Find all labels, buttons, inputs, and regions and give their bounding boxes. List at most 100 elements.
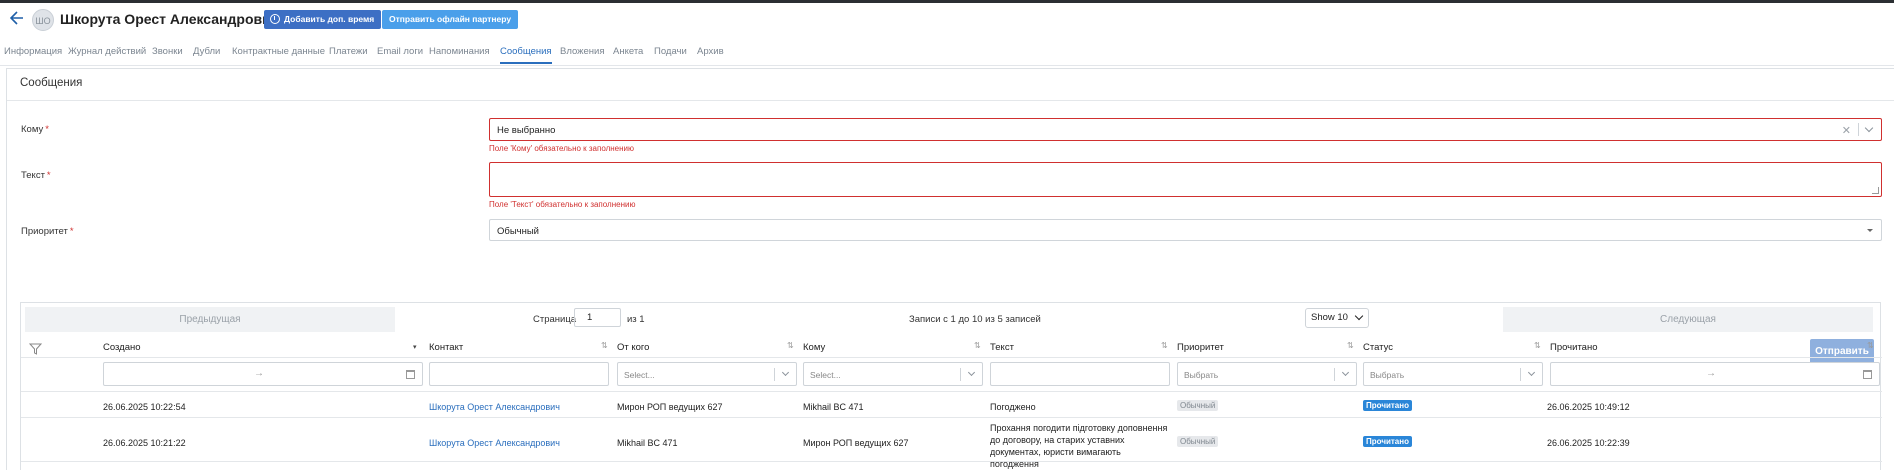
divider	[21, 357, 1882, 358]
sort-icon[interactable]: ⇅	[1161, 341, 1168, 350]
col-created[interactable]: Создано	[103, 342, 141, 353]
sort-icon[interactable]: ⇅	[1867, 341, 1874, 350]
tab-attachments[interactable]: Вложения	[560, 46, 605, 57]
resize-handle-icon[interactable]	[1872, 187, 1879, 194]
chevron-down-icon	[1527, 368, 1536, 377]
created-date-range-filter[interactable]: →	[103, 362, 423, 386]
read-date-range-filter[interactable]: →	[1550, 362, 1880, 386]
tab-calls[interactable]: Звонки	[152, 46, 183, 57]
chevron-down-icon	[1354, 311, 1364, 321]
page-header: ШО Шкорута Орест Александрович Добавить …	[0, 3, 1894, 37]
tab-duplicates[interactable]: Дубли	[193, 46, 220, 57]
priority-select[interactable]: Обычный	[489, 219, 1882, 241]
to-label: Кому *	[21, 124, 49, 135]
cell-contact-link[interactable]: Шкорута Орест Александрович	[429, 438, 560, 448]
calendar-icon[interactable]	[406, 370, 415, 379]
page-count: из 1	[627, 314, 645, 325]
tab-email-logs[interactable]: Email логи	[377, 46, 423, 57]
priority-badge: Обычный	[1177, 400, 1219, 411]
col-contact[interactable]: Контакт	[429, 342, 463, 353]
caret-down-icon	[1867, 229, 1873, 232]
send-offline-partner-button[interactable]: Отправить офлайн партнеру	[382, 10, 519, 29]
tab-info[interactable]: Информация	[4, 46, 62, 57]
chevron-down-icon	[967, 368, 976, 377]
status-badge: Прочитано	[1363, 436, 1412, 447]
sort-icon[interactable]: ⇅	[601, 341, 608, 350]
page-title: Шкорута Орест Александрович	[60, 11, 279, 27]
cell-read-at: 26.06.2025 10:22:39	[1547, 438, 1630, 448]
divider	[7, 100, 1894, 101]
messages-table: Предыдущая Страница 1 из 1 Записи с 1 до…	[20, 302, 1882, 470]
priority-label: Приоритет *	[21, 226, 74, 237]
page-label: Страница	[533, 314, 577, 325]
recipient-select[interactable]: Не выбранно ✕	[489, 118, 1882, 141]
recipient-value: Не выбранно	[497, 125, 556, 136]
cell-text: Прохання погодити підготовку доповнення …	[990, 423, 1168, 469]
divider	[21, 461, 1882, 462]
to-filter-select[interactable]: Select...	[803, 362, 983, 386]
select-divider	[774, 368, 775, 381]
text-filter-input[interactable]	[990, 362, 1170, 386]
tab-contract-data[interactable]: Контрактные данные	[232, 46, 325, 57]
tab-submissions[interactable]: Подачи	[654, 46, 687, 57]
chevron-down-icon	[781, 368, 790, 377]
select-divider	[1858, 123, 1859, 136]
col-priority[interactable]: Приоритет	[1177, 342, 1224, 353]
sort-icon[interactable]: ⇅	[787, 341, 794, 350]
priority-filter-select[interactable]: Выбрать	[1177, 362, 1357, 386]
cell-to: Mikhail BC 471	[803, 402, 864, 412]
previous-page-button[interactable]: Предыдущая	[25, 307, 395, 332]
page-number-input[interactable]: 1	[574, 308, 621, 327]
cell-read-at: 26.06.2025 10:49:12	[1547, 402, 1630, 412]
filter-icon[interactable]	[28, 343, 43, 355]
cell-contact-link[interactable]: Шкорута Орест Александрович	[429, 402, 560, 412]
cell-created: 26.06.2025 10:22:54	[103, 402, 186, 412]
chevron-down-icon[interactable]	[1864, 123, 1874, 133]
col-to[interactable]: Кому	[803, 342, 825, 353]
page-size-select[interactable]: Show 10	[1305, 308, 1369, 328]
col-read[interactable]: Прочитано	[1550, 342, 1598, 353]
cell-created: 26.06.2025 10:21:22	[103, 438, 186, 448]
sort-desc-icon[interactable]: ▾	[413, 343, 417, 351]
recipient-error: Поле 'Кому' обязательно к заполнению	[489, 144, 635, 153]
priority-badge: Обычный	[1177, 436, 1219, 447]
select-divider	[960, 368, 961, 381]
sort-icon[interactable]: ⇅	[974, 341, 981, 350]
clock-icon	[270, 14, 280, 24]
status-badge: Прочитано	[1363, 400, 1412, 411]
priority-value: Обычный	[497, 226, 539, 237]
tab-payments[interactable]: Платежи	[329, 46, 368, 57]
section-title: Сообщения	[20, 77, 83, 89]
select-divider	[1334, 368, 1335, 381]
tab-action-log[interactable]: Журнал действий	[68, 46, 146, 57]
status-filter-select[interactable]: Выбрать	[1363, 362, 1543, 386]
tab-messages[interactable]: Сообщения	[500, 46, 552, 64]
tab-reminders[interactable]: Напоминания	[429, 46, 490, 57]
col-status[interactable]: Статус	[1363, 342, 1393, 353]
clear-icon[interactable]: ✕	[1842, 124, 1851, 137]
chevron-down-icon	[1341, 368, 1350, 377]
tab-archive[interactable]: Архив	[697, 46, 724, 57]
back-arrow-icon[interactable]	[9, 11, 26, 27]
tab-bar: Информация Журнал действий Звонки Дубли …	[0, 42, 1894, 66]
cell-from: Mikhail BC 471	[617, 438, 678, 448]
message-textarea[interactable]	[489, 162, 1882, 197]
from-filter-select[interactable]: Select...	[617, 362, 797, 386]
sort-icon[interactable]: ⇅	[1347, 341, 1354, 350]
col-from[interactable]: От кого	[617, 342, 649, 353]
records-info: Записи с 1 до 10 из 5 записей	[909, 314, 1041, 325]
text-label: Текст *	[21, 170, 51, 181]
next-page-button[interactable]: Следующая	[1503, 307, 1873, 332]
cell-text: Погоджено	[990, 402, 1036, 412]
divider	[21, 417, 1882, 418]
col-text[interactable]: Текст	[990, 342, 1014, 353]
text-error: Поле 'Текст' обязательно к заполнению	[489, 200, 636, 209]
add-extra-time-label: Добавить доп. время	[284, 14, 375, 24]
cell-to: Мирон РОП ведущих 627	[803, 438, 909, 448]
tab-questionnaire[interactable]: Анкета	[613, 46, 643, 57]
calendar-icon[interactable]	[1863, 370, 1872, 379]
contact-filter-input[interactable]	[429, 362, 609, 386]
add-extra-time-button[interactable]: Добавить доп. время	[264, 10, 382, 29]
sort-icon[interactable]: ⇅	[1534, 341, 1541, 350]
divider	[21, 391, 1882, 392]
